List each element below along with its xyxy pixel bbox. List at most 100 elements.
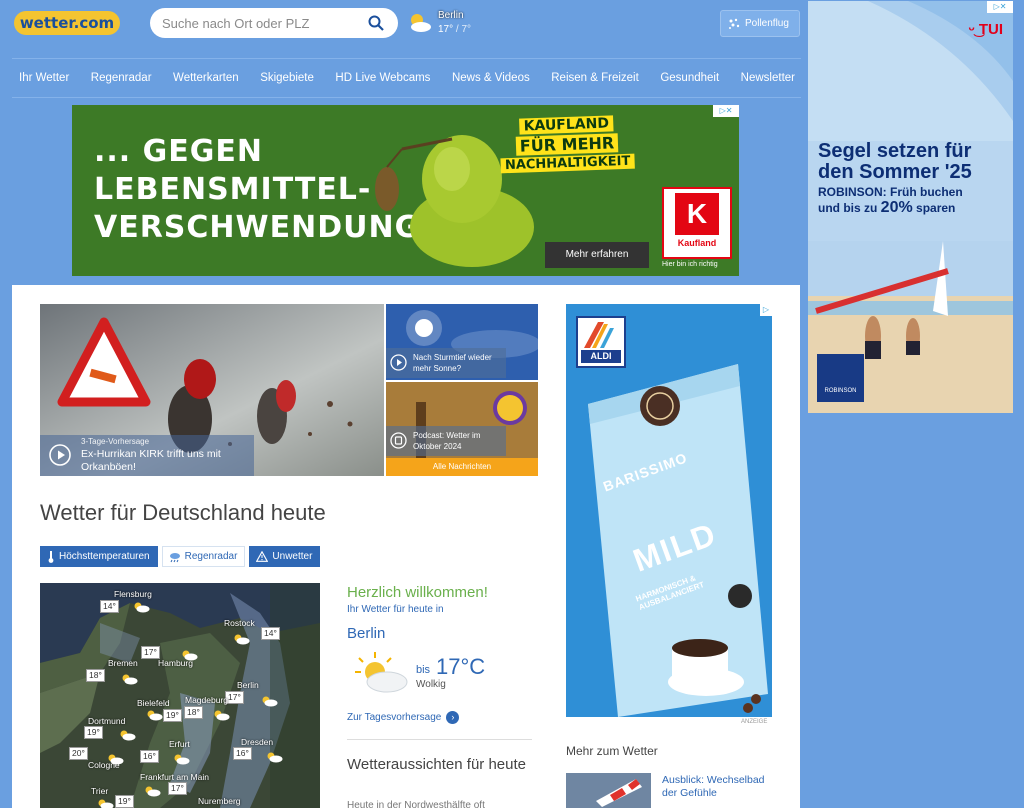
nav-item-ihr-wetter[interactable]: Ihr Wetter [19,72,69,84]
news-title: Podcast: Wetter im Oktober 2024 [413,431,481,451]
nav-item-newsletter[interactable]: Newsletter [741,72,795,84]
map-city-name[interactable]: Magdeburg [185,695,228,705]
play-icon[interactable] [390,354,407,371]
page-title: Wetter für Deutschland heute [40,500,326,525]
main-nav: Ihr Wetter Regenradar Wetterkarten Skige… [12,58,801,98]
map-city-name[interactable]: Berlin [237,680,259,690]
header-weather-high: 17° [438,24,454,35]
welcome-desc: Wolkig [416,679,446,690]
robinson-logo: ROBINSON [817,354,864,402]
tui-logo: ᵕ͜ TUI [968,21,1003,38]
map-weather-icon [120,730,136,741]
ad-label: ANZEIGE [741,719,768,725]
map-weather-icon [174,754,190,765]
outlook-text: Heute in der Nordwesthälfte oft [347,800,485,808]
tui-smile-icon: ᵕ͜ [968,21,975,38]
tab-label: Unwetter [272,551,313,562]
map-city-temp: 14° [261,627,280,640]
ad-badge-line: KAUFLAND [519,115,614,135]
more-weather-link[interactable]: Ausblick: Wechselbad der Gefühle [662,774,772,800]
ad-tagline: Hier bin ich richtig [662,261,718,268]
map-city-temp: 19° [115,795,134,808]
ad-cta-button[interactable]: Mehr erfahren [545,242,649,268]
map-city-name[interactable]: Flensburg [114,589,152,599]
map-city-name[interactable]: Rostock [224,618,255,628]
thermometer-icon [48,550,54,563]
map-city-temp: 18° [184,706,203,719]
map-weather-icon [234,634,250,645]
tui-headline: Segel setzen für den Sommer '25 [818,141,972,183]
kaufland-ad[interactable]: ▷✕ ... GEGEN LEBENSMITTEL- VERSCHWENDUNG… [72,105,739,276]
more-weather-image[interactable] [566,773,651,808]
map-city-temp: 20° [69,747,88,760]
nav-item-reisen[interactable]: Reisen & Freizeit [551,72,639,84]
all-news-button[interactable]: Alle Nachrichten [386,458,538,476]
welcome-temp: 17°C [436,654,486,679]
ad-choices-icon[interactable]: ▷✕ [987,1,1013,13]
news-caption: Nach Sturmtief wieder mehr Sonne? [386,348,506,378]
forecast-link[interactable]: Zur Tagesvorhersage › [347,711,460,724]
tab-label: Regenradar [184,551,238,562]
aldi-ad[interactable]: ▷ ALDI BARISSIMO MILD HARMONISCH & AUSBA… [566,304,772,717]
map-city-name[interactable]: Dresden [241,737,273,747]
map-weather-icon [182,650,198,661]
map-city-temp: 18° [86,669,105,682]
tui-headline-line: Segel setzen für [818,140,972,162]
map-city-name[interactable]: Frankfurt am Main [140,772,209,782]
divider [347,739,532,740]
hero-kicker: 3-Tage-Vorhersage [81,437,150,446]
nav-item-webcams[interactable]: HD Live Webcams [335,72,430,84]
nav-item-skigebiete[interactable]: Skigebiete [260,72,314,84]
map-city-name[interactable]: Bielefeld [137,698,170,708]
nav-item-gesundheit[interactable]: Gesundheit [660,72,719,84]
map-city-name[interactable]: Erfurt [169,739,190,749]
tab-hoechsttemperaturen[interactable]: Höchsttemperaturen [40,546,158,567]
news-card[interactable]: Nach Sturmtief wieder mehr Sonne? [386,304,538,380]
header-weather-temp: 17° / 7° [438,24,471,35]
windsock-image [566,773,651,808]
ad-choices-icon[interactable]: ▷ [760,304,772,316]
pollen-button[interactable]: Pollenflug [720,10,800,37]
map-weather-icon [122,674,138,685]
weather-map[interactable]: Flensburg 14° Rostock 14° Bremen 18° Hamburg 17… [40,583,320,808]
map-weather-icon [267,752,283,763]
map-city-temp: 19° [163,709,182,722]
tab-regenradar[interactable]: Regenradar [161,546,246,567]
search-icon[interactable] [368,15,384,31]
header-weather[interactable]: Berlin 17° / 7° [406,9,486,39]
podcast-icon[interactable] [390,432,407,449]
tab-unwetter[interactable]: Unwetter [249,546,321,567]
search-input[interactable] [162,14,362,32]
partly-cloudy-icon [411,14,431,32]
kaufland-k-icon: K [675,193,719,235]
tui-subline-2: und bis zu 20% sparen [818,200,963,216]
news-caption: Podcast: Wetter im Oktober 2024 [386,426,506,456]
logo[interactable]: wetter.com [14,11,120,35]
nav-item-news[interactable]: News & Videos [452,72,530,84]
tui-headline-line: den Sommer '25 [818,161,972,183]
pollen-icon [729,18,740,29]
tui-subline: ROBINSON: Früh buchen und bis zu 20% spa… [818,184,963,216]
map-city-name[interactable]: Nuremberg [198,796,241,806]
map-city-name[interactable]: Dortmund [88,716,125,726]
map-city-name[interactable]: Bremen [108,658,138,668]
aldi-logo: ALDI [576,316,626,368]
hero-news[interactable]: 3-Tage-Vorhersage Ex-Hurrikan KIRK triff… [40,304,384,476]
map-weather-icon [147,710,163,721]
nav-item-regenradar[interactable]: Regenradar [91,72,152,84]
map-weather-icon [145,786,161,797]
aldi-logo-mark [584,322,614,348]
tui-sub-c: sparen [912,201,956,215]
map-city-name[interactable]: Trier [91,786,108,796]
play-icon[interactable] [49,444,71,466]
news-card[interactable]: Podcast: Wetter im Oktober 2024 [386,382,538,458]
nav-item-wetterkarten[interactable]: Wetterkarten [173,72,239,84]
map-weather-icon [98,799,114,808]
welcome-city[interactable]: Berlin [347,625,385,642]
ad-choices-icon[interactable]: ▷✕ [713,105,739,117]
forecast-link-label: Zur Tagesvorhersage [347,712,442,723]
tui-ad[interactable]: ▷✕ ᵕ͜ TUI Segel setzen für den Sommer '2… [808,1,1013,413]
ad-badge: KAUFLAND FÜR MEHR NACHHALTIGKEIT [491,114,643,175]
rain-radar-icon [169,552,180,562]
warning-icon [256,551,269,562]
